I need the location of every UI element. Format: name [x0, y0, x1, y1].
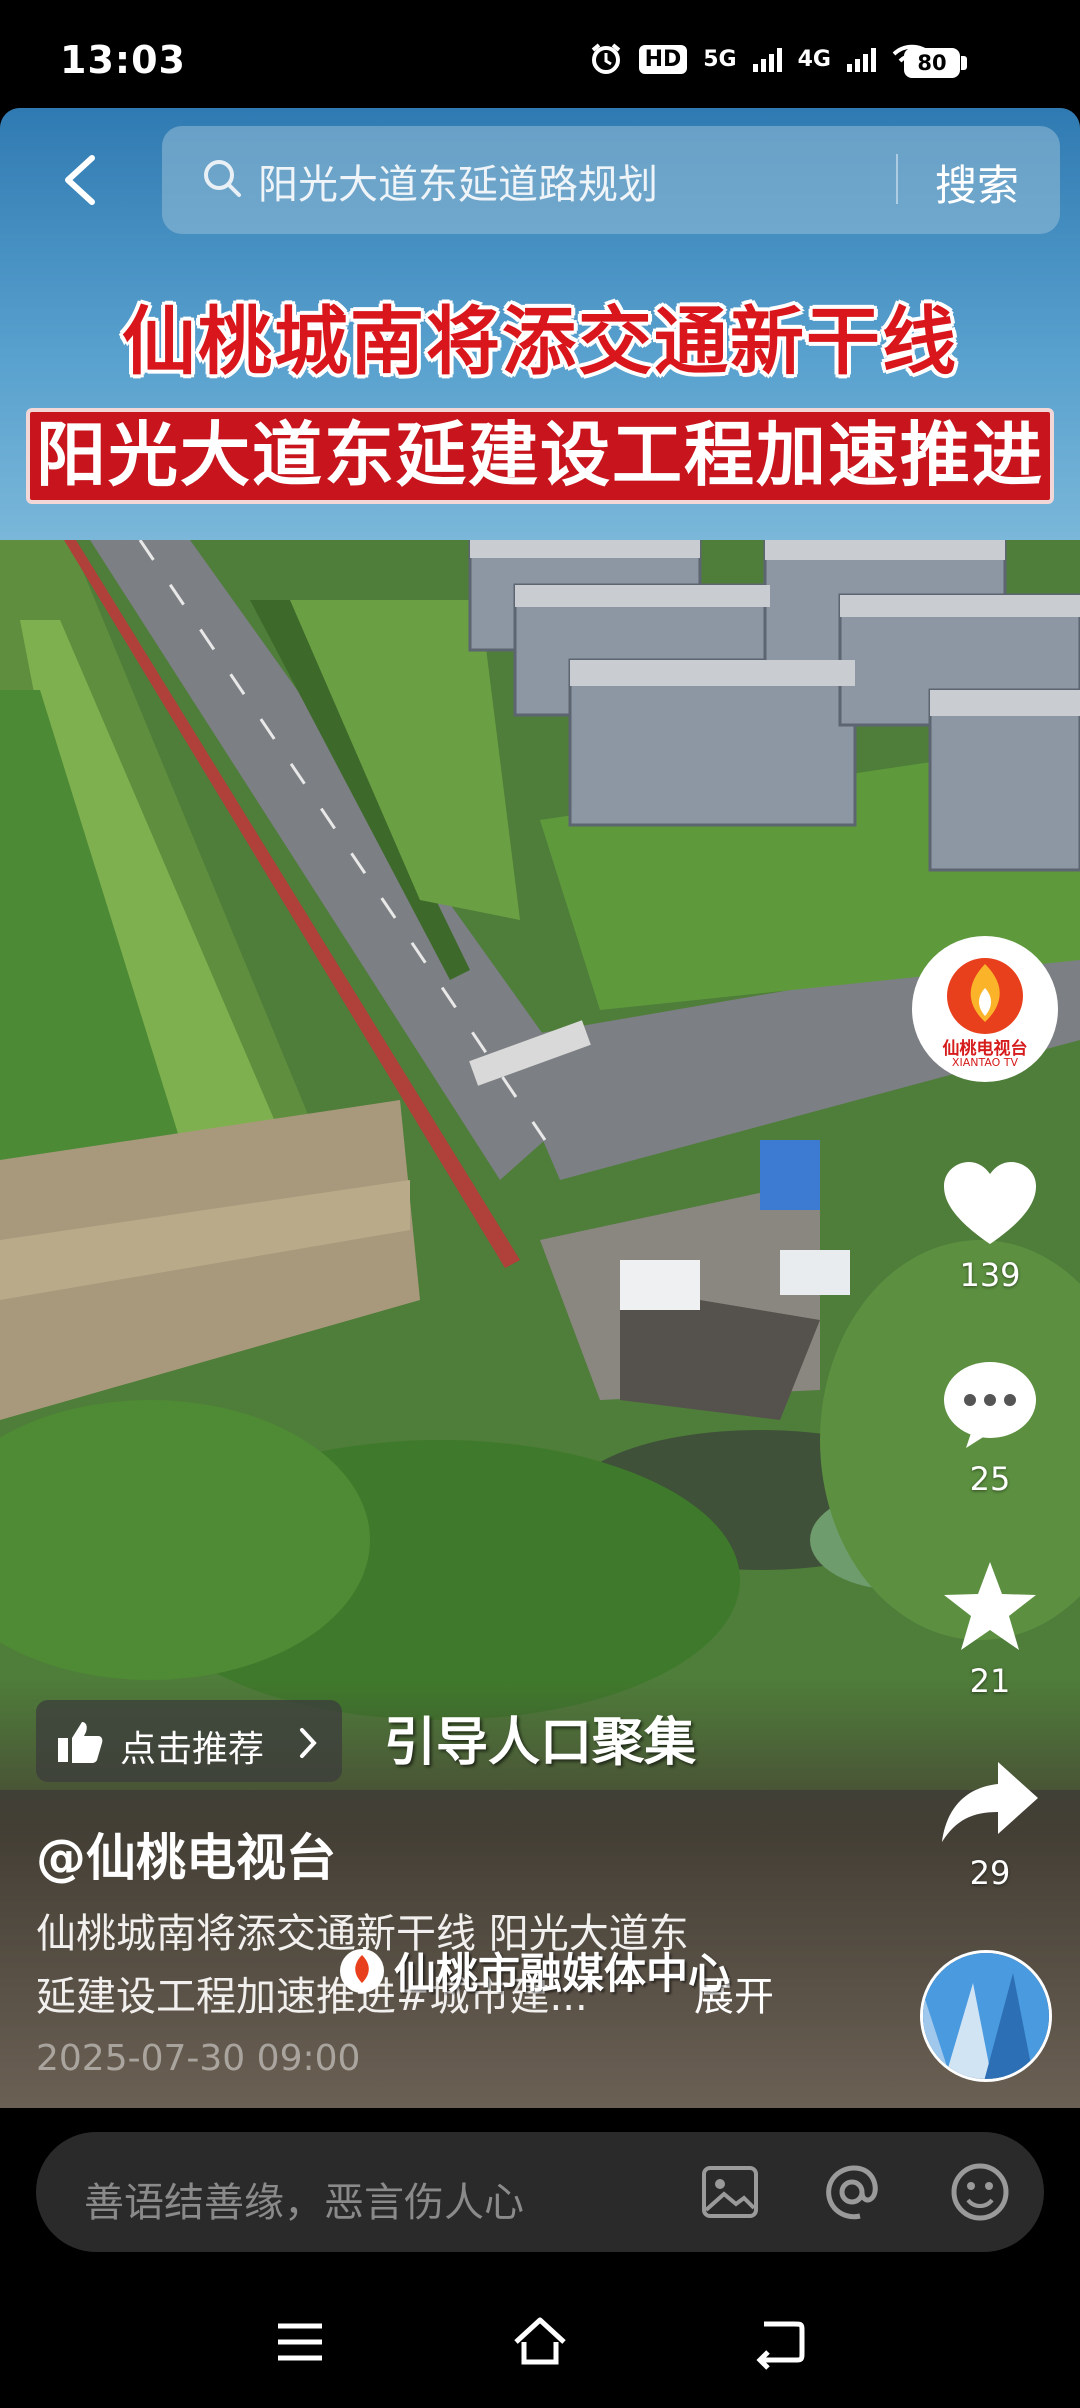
thumbs-up-icon [58, 1722, 103, 1763]
video-watermark: 仙桃市融媒体中心 [338, 1940, 730, 2001]
status-bar: 13:03 HD 5G 4G 80 [0, 0, 1080, 110]
comment-icon [944, 1362, 1036, 1448]
recommend-label: 点击推荐 [120, 1729, 265, 1770]
like-button[interactable]: 139 [930, 1160, 1050, 1294]
battery-icon: 80 [904, 48, 960, 78]
heart-icon [944, 1162, 1036, 1244]
comment-button[interactable]: 25 [930, 1360, 1050, 1498]
music-disc[interactable] [920, 1950, 1052, 2082]
network-4g-label: 4G [797, 46, 831, 72]
menu-icon[interactable] [270, 2312, 330, 2372]
home-icon[interactable] [510, 2312, 570, 2372]
back-arrow-icon[interactable] [52, 150, 112, 210]
chevron-right-icon [300, 1728, 317, 1758]
search-button[interactable]: 搜索 [935, 152, 1019, 213]
watermark-text: 仙桃市融媒体中心 [394, 1949, 731, 1998]
aerial-scene [0, 540, 1080, 1790]
signal-icon-2 [847, 46, 876, 72]
share-button[interactable]: 29 [930, 1760, 1050, 1892]
hd-badge: HD [638, 44, 688, 74]
signal-icon [752, 46, 782, 72]
author-name[interactable]: @仙桃电视台 [36, 1818, 336, 1890]
video-subtitle: 引导人口聚集 [384, 1713, 697, 1773]
video-headline-1: 仙桃城南将添交通新干线 [122, 299, 958, 385]
channel-logo-subtext: XIANTAO TV [951, 1056, 1019, 1069]
image-icon[interactable] [698, 2160, 762, 2224]
comment-input[interactable]: 善语结善缘，恶言伤人心 [84, 2170, 524, 2228]
post-date: 2025-07-30 09:00 [36, 2038, 361, 2079]
network-5g-label: 5G [703, 46, 737, 72]
share-icon [942, 1762, 1038, 1842]
search-divider [896, 154, 898, 204]
favorite-button[interactable]: 21 [930, 1560, 1050, 1700]
like-count: 139 [959, 1256, 1021, 1294]
battery-tip [961, 56, 967, 70]
emoji-icon[interactable] [948, 2160, 1012, 2224]
search-icon [204, 160, 241, 197]
channel-avatar[interactable]: 仙桃电视台 XIANTAO TV [912, 936, 1058, 1082]
music-disc-image [923, 1953, 1049, 2079]
comment-count: 25 [969, 1460, 1011, 1498]
share-count: 29 [969, 1854, 1011, 1892]
video-headline-2: 阳光大道东延建设工程加速推进 [26, 408, 1054, 504]
alarm-icon [591, 43, 620, 74]
back-icon[interactable] [750, 2312, 810, 2372]
star-icon [944, 1562, 1036, 1650]
watermark-logo-icon [340, 1948, 384, 1993]
mention-icon[interactable] [820, 2160, 884, 2224]
search-input[interactable]: 阳光大道东延道路规划 [258, 152, 658, 210]
favorite-count: 21 [969, 1662, 1011, 1700]
status-icons: HD 5G 4G [589, 42, 932, 76]
status-time: 13:03 [60, 38, 186, 82]
